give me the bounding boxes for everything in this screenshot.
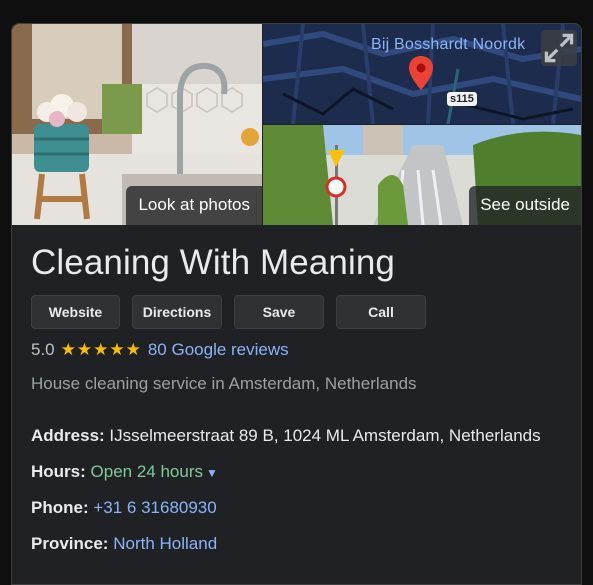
rating-value: 5.0	[31, 340, 55, 359]
hours-label: Hours:	[31, 462, 86, 481]
address-label: Address:	[31, 426, 105, 445]
business-knowledge-panel: Look at photos Bij Bosshardt Noordk s115	[11, 23, 582, 585]
address-row: Address: IJsselmeerstraat 89 B, 1024 ML …	[31, 426, 541, 446]
map-preview[interactable]: Bij Bosshardt Noordk s115	[263, 24, 581, 124]
directions-button[interactable]: Directions	[132, 295, 222, 329]
reviews-link[interactable]: 80 Google reviews	[148, 340, 289, 360]
business-name: Cleaning With Meaning	[31, 243, 395, 282]
rating-row: 5.0 ★★★★★ 80 Google reviews	[31, 340, 289, 360]
photo-strip: Look at photos Bij Bosshardt Noordk s115	[12, 24, 581, 225]
action-buttons: Website Directions Save Call	[31, 295, 426, 329]
star-rating-icon: ★★★★★	[60, 340, 142, 359]
hours-value[interactable]: Open 24 hours	[91, 462, 203, 481]
phone-label: Phone:	[31, 498, 89, 517]
dropdown-caret-icon[interactable]: ▼	[206, 466, 218, 480]
address-value[interactable]: IJsselmeerstraat 89 B, 1024 ML Amsterdam…	[109, 426, 540, 445]
map-place-label: Bij Bosshardt Noordk	[371, 36, 526, 53]
call-button[interactable]: Call	[336, 295, 426, 329]
province-row: Province: North Holland	[31, 534, 217, 554]
website-button[interactable]: Website	[31, 295, 120, 329]
route-badge: s115	[447, 92, 477, 106]
look-at-photos-button[interactable]: Look at photos	[126, 186, 262, 225]
interior-photo[interactable]: Look at photos	[12, 24, 262, 225]
province-link[interactable]: North Holland	[113, 534, 217, 553]
expand-map-button[interactable]	[541, 30, 577, 66]
street-view-photo[interactable]: See outside	[263, 125, 581, 225]
hours-row: Hours: Open 24 hours ▼	[31, 462, 218, 482]
see-outside-button[interactable]: See outside	[469, 186, 581, 225]
phone-link[interactable]: +31 6 31680930	[93, 498, 216, 517]
business-category: House cleaning service in Amsterdam, Net…	[31, 374, 417, 393]
phone-row: Phone: +31 6 31680930	[31, 498, 217, 518]
province-label: Province:	[31, 534, 109, 553]
save-button[interactable]: Save	[234, 295, 324, 329]
map-pin-icon[interactable]	[409, 56, 433, 90]
expand-icon	[544, 33, 574, 63]
